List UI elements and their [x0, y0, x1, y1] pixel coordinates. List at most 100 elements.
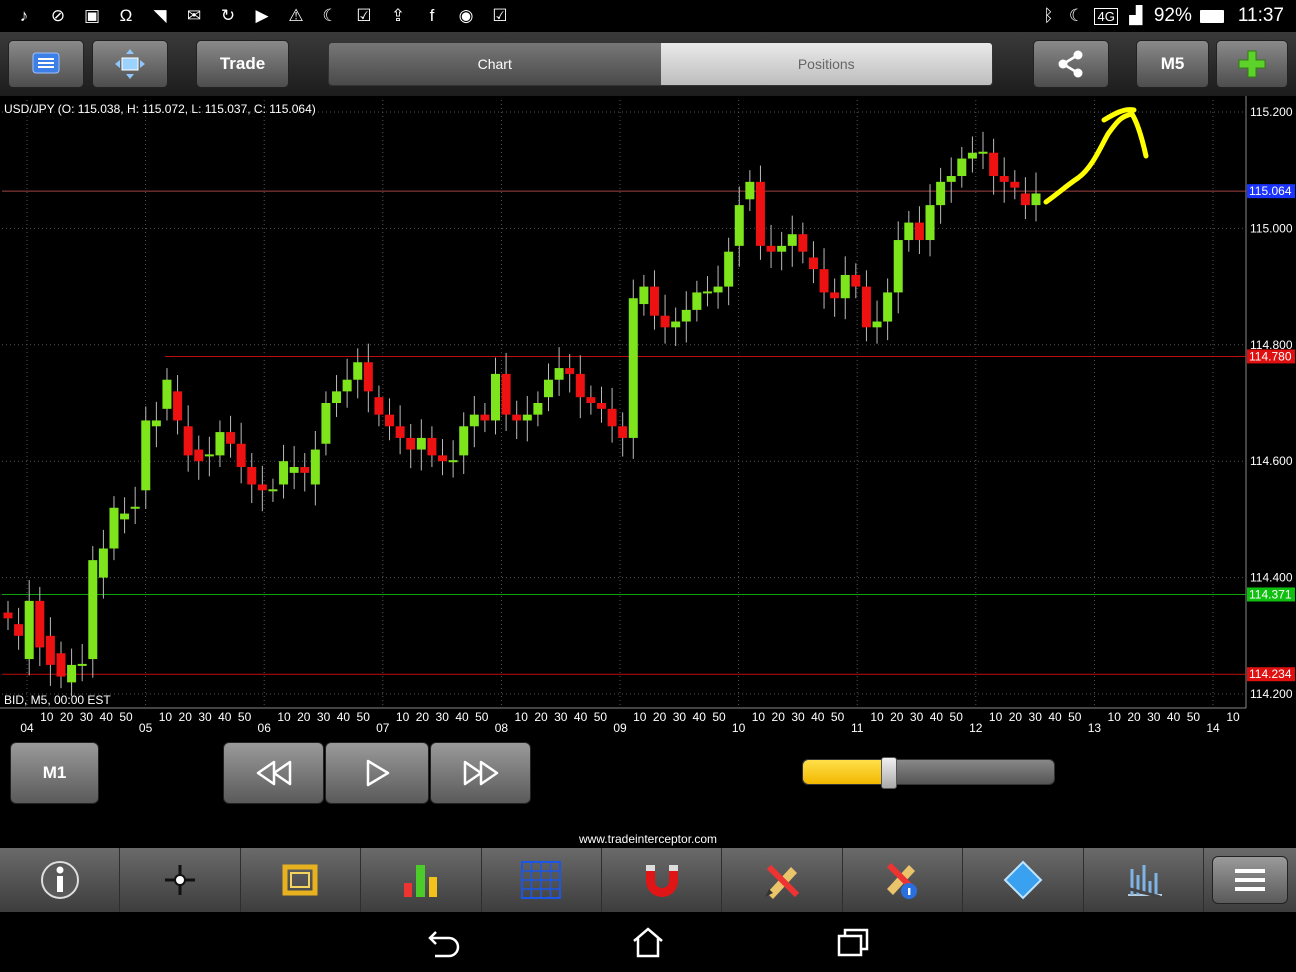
timeframe-button[interactable]: M5: [1136, 40, 1209, 88]
bear-candle: [999, 176, 1009, 182]
minute-label: 20: [890, 710, 904, 724]
mail-icon: ✉: [186, 6, 202, 25]
add-button[interactable]: [1216, 40, 1288, 88]
recent-apps-icon[interactable]: [836, 926, 870, 958]
minute-label: 10: [870, 710, 884, 724]
minute-label: 10: [752, 710, 766, 724]
draw-info-button[interactable]: [843, 848, 964, 912]
menu-list-button[interactable]: [8, 40, 84, 88]
minute-label: 50: [950, 710, 964, 724]
price-marker-label: 114.371: [1249, 587, 1292, 601]
website-url[interactable]: www.tradeinterceptor.com: [0, 832, 1296, 846]
bull-candle: [67, 664, 77, 683]
bull-candle: [109, 507, 119, 549]
draw-info-icon: [887, 862, 918, 899]
playback-speed-slider[interactable]: [802, 757, 1055, 789]
bull-candle: [120, 513, 130, 520]
minute-label: 40: [218, 710, 232, 724]
crosshair-icon: [165, 865, 196, 895]
price-label: 114.800: [1250, 338, 1293, 352]
bull-candle: [279, 461, 289, 485]
back-icon[interactable]: [427, 926, 461, 958]
day-label: 14: [1206, 721, 1220, 735]
price-label: 114.600: [1250, 454, 1293, 468]
system-status: ᛒ ☾ 4G ▟ 92% 11:37: [1038, 5, 1296, 27]
day-label: 06: [258, 721, 272, 735]
fast-forward-button[interactable]: [430, 742, 531, 804]
home-icon[interactable]: [631, 926, 665, 958]
bull-candle: [448, 460, 458, 463]
trade-button[interactable]: Trade: [196, 40, 289, 88]
bear-candle: [660, 315, 670, 328]
bear-candle: [3, 612, 13, 619]
magnet-button[interactable]: [602, 848, 723, 912]
shapes-button[interactable]: [963, 848, 1084, 912]
notification-icons: ♪ ⊘ ▣ Ω ◥ ✉ ↻ ▶ ⚠ ☾ ☑ ⇪ f ◉ ☑: [0, 6, 510, 26]
overflow-menu-button[interactable]: [1212, 856, 1288, 904]
bull-candle: [628, 298, 638, 438]
fit-screen-button[interactable]: [92, 40, 168, 88]
minute-label: 20: [653, 710, 667, 724]
bull-candle: [141, 420, 151, 491]
price-label: 114.400: [1250, 571, 1293, 585]
grid-icon: [521, 861, 562, 899]
tab-chart[interactable]: Chart: [329, 43, 661, 85]
bull-candle: [946, 176, 956, 182]
slider-fill: [803, 760, 890, 784]
price-chart[interactable]: 115.064 114.780 114.371 114.234 115.200 115.…: [0, 96, 1296, 738]
bull-candle: [554, 368, 564, 380]
bull-candle: [268, 489, 278, 492]
bull-candle: [310, 449, 320, 485]
minute-label: 20: [297, 710, 311, 724]
tab-positions[interactable]: Positions: [660, 43, 992, 85]
bear-candle: [226, 432, 236, 444]
bull-candle: [543, 379, 553, 398]
info-button[interactable]: [0, 848, 121, 912]
day-label: 07: [376, 721, 390, 735]
price-label: 114.200: [1250, 687, 1293, 701]
minute-label: 10: [1108, 710, 1122, 724]
bear-candle: [438, 455, 448, 462]
indicators-button[interactable]: [361, 848, 482, 912]
bull-candle: [967, 152, 977, 159]
play-button[interactable]: [325, 742, 429, 804]
zoom-frame-icon: [282, 864, 318, 896]
bear-candle: [649, 286, 659, 316]
clipboard-icon: ☑: [356, 6, 372, 25]
slider-thumb[interactable]: [881, 757, 898, 789]
bear-candle: [427, 437, 437, 456]
bull-candle: [151, 420, 161, 427]
indicators-icon: [403, 865, 437, 897]
bull-candle: [978, 151, 988, 154]
chart-canvas[interactable]: 115.064114.780114.371114.234 115.200115.…: [0, 96, 1296, 738]
bear-candle: [861, 286, 871, 328]
bull-candle: [321, 403, 331, 444]
day-label: 10: [732, 721, 746, 735]
draw-tools-button[interactable]: [722, 848, 843, 912]
clipboard-check-icon: ☑: [492, 6, 508, 25]
minute-label: 10: [633, 710, 647, 724]
view-tabs: Chart Positions: [328, 42, 993, 86]
minute-label: 40: [1167, 710, 1181, 724]
zoom-frame-button[interactable]: [241, 848, 362, 912]
crosshair-button[interactable]: [120, 848, 241, 912]
bull-candle: [840, 274, 850, 299]
grid-button[interactable]: [482, 848, 602, 912]
bull-candle: [215, 432, 225, 456]
bear-candle: [385, 414, 395, 427]
bull-candle: [533, 403, 543, 415]
bull-candle: [925, 205, 935, 241]
gallery-icon: ▣: [83, 6, 101, 25]
messenger-icon: ◉: [458, 6, 474, 25]
analysis-button[interactable]: [1084, 848, 1204, 912]
rewind-button[interactable]: [223, 742, 324, 804]
bear-candle: [56, 653, 66, 677]
share-button[interactable]: [1033, 40, 1109, 88]
refresh-icon: ↻: [220, 6, 236, 25]
day-label: 04: [20, 721, 34, 735]
bear-candle: [406, 437, 416, 450]
shapes-icon: [1003, 860, 1043, 900]
playback-timeframe-button[interactable]: M1: [10, 742, 99, 804]
system-nav-bar: [0, 912, 1296, 972]
music-icon: ♪: [19, 6, 29, 25]
